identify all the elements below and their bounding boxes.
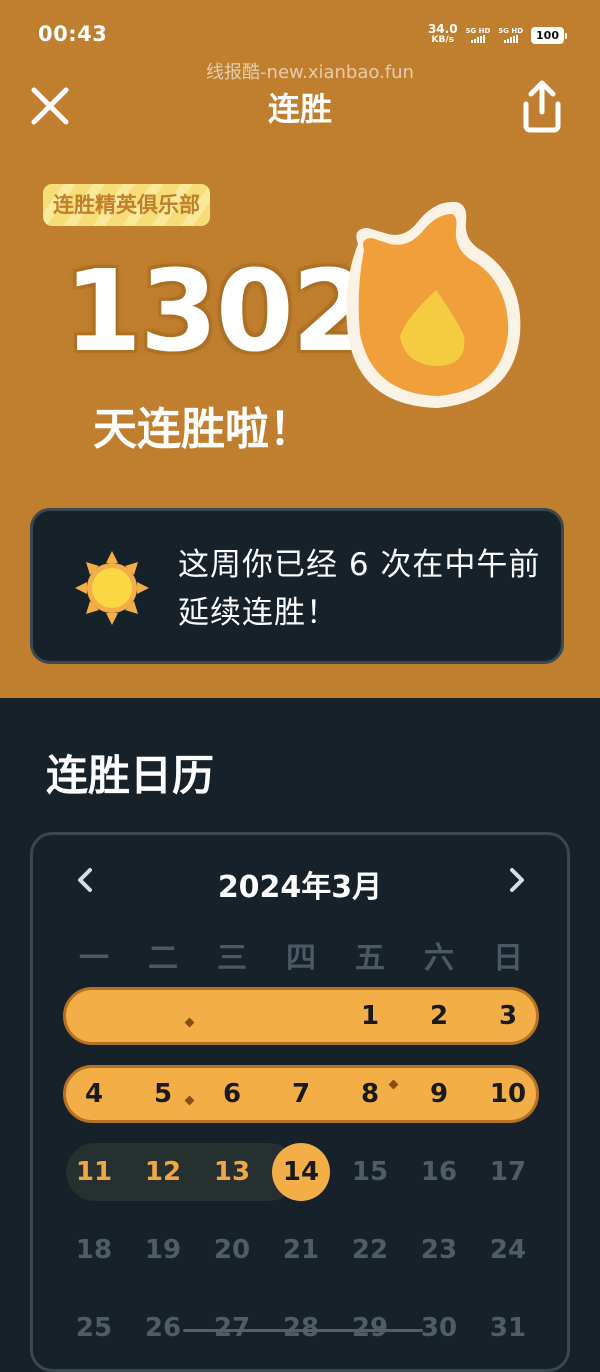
- calendar-day[interactable]: 24: [480, 1221, 536, 1279]
- streak-week-bar: [63, 987, 539, 1045]
- calendar-day[interactable]: 28: [273, 1299, 329, 1357]
- calendar-day[interactable]: 30: [411, 1299, 467, 1357]
- streak-label: 天连胜啦！: [93, 404, 313, 455]
- calendar-day[interactable]: 26: [135, 1299, 191, 1357]
- calendar-day[interactable]: 3: [480, 987, 536, 1045]
- calendar-day[interactable]: 1: [342, 987, 398, 1045]
- calendar-day[interactable]: 17: [480, 1143, 536, 1201]
- weekly-message-text: 这周你已经 6 次在中午前延续连胜！: [178, 547, 541, 631]
- calendar-day[interactable]: 31: [480, 1299, 536, 1357]
- weekday-label: 日: [493, 941, 523, 976]
- weekday-label: 一: [79, 941, 109, 976]
- calendar-day[interactable]: 6: [204, 1065, 260, 1123]
- signal-2-icon: 5G HD: [498, 27, 523, 43]
- calendar-day[interactable]: 5: [135, 1065, 191, 1123]
- share-button[interactable]: [516, 78, 568, 134]
- calendar-day[interactable]: 15: [342, 1143, 398, 1201]
- weekday-label: 二: [148, 941, 178, 976]
- flame-icon: [346, 201, 521, 408]
- calendar-day[interactable]: 7: [273, 1065, 329, 1123]
- calendar-day[interactable]: 23: [411, 1221, 467, 1279]
- calendar-day[interactable]: 10: [480, 1065, 536, 1123]
- calendar-day[interactable]: 20: [204, 1221, 260, 1279]
- weekday-label: 五: [355, 941, 385, 976]
- status-icons: 34.0 KB/s 5G HD 5G HD 100: [427, 22, 567, 46]
- calendar-day[interactable]: 13: [204, 1143, 260, 1201]
- weekly-message-card: 这周你已经 6 次在中午前延续连胜！: [30, 508, 564, 664]
- page-title: 连胜: [267, 90, 332, 128]
- calendar-month: 2024年3月: [217, 870, 383, 905]
- calendar-day[interactable]: 19: [135, 1221, 191, 1279]
- status-time: 00:43: [38, 22, 108, 46]
- calendar-day[interactable]: 11: [66, 1143, 122, 1201]
- network-speed: 34.0 KB/s: [427, 22, 458, 45]
- sun-icon: [75, 551, 149, 625]
- calendar-day-today[interactable]: 14: [272, 1143, 330, 1201]
- weekday-label: 四: [286, 941, 316, 976]
- calendar-day[interactable]: 8: [342, 1065, 398, 1123]
- scroll-indicator: [183, 1329, 423, 1332]
- calendar-day[interactable]: 21: [273, 1221, 329, 1279]
- calendar-day[interactable]: 16: [411, 1143, 467, 1201]
- weekday-label: 三: [217, 941, 247, 976]
- signal-1-icon: 5G HD: [466, 27, 490, 43]
- calendar-day[interactable]: 29: [342, 1299, 398, 1357]
- battery-icon: 100: [531, 26, 567, 44]
- weekday-label: 六: [424, 941, 454, 976]
- calendar-day[interactable]: 18: [66, 1221, 122, 1279]
- elite-club-badge[interactable]: 连胜精英俱乐部: [43, 184, 210, 226]
- watermark: 线报酷-new.xianbao.fun: [206, 62, 414, 83]
- next-month-button[interactable]: [505, 865, 529, 895]
- calendar-day[interactable]: 25: [66, 1299, 122, 1357]
- calendar-day[interactable]: 2: [411, 987, 467, 1045]
- streak-count: 1302: [64, 247, 370, 377]
- calendar-day[interactable]: 9: [411, 1065, 467, 1123]
- section-title: 连胜日历: [46, 751, 215, 800]
- calendar-day[interactable]: 27: [204, 1299, 260, 1357]
- calendar-day[interactable]: 22: [342, 1221, 398, 1279]
- calendar-day[interactable]: 4: [66, 1065, 122, 1123]
- share-icon: [523, 80, 561, 133]
- calendar-day[interactable]: 12: [135, 1143, 191, 1201]
- streak-calendar: 2024年3月 一二三四五六日 1 2 3 4 5 6 7 8 9 10 11 12 13 14 15 16 17…: [30, 832, 570, 1372]
